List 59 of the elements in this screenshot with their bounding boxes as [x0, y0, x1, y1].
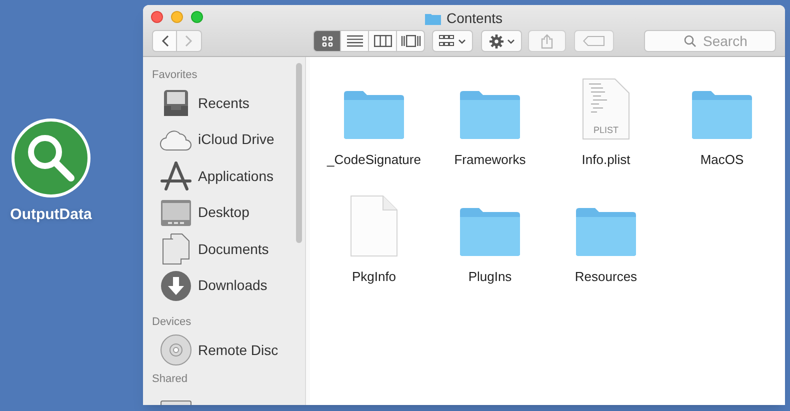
- icon-view-icon: [322, 36, 332, 46]
- share-icon: [541, 34, 553, 48]
- caret-icon: [458, 38, 466, 44]
- gear-icon: [488, 34, 504, 48]
- arrange-button[interactable]: [432, 30, 473, 52]
- search-icon: [684, 35, 696, 47]
- sidebar-item[interactable]: Downloads: [198, 275, 268, 296]
- sidebar-item[interactable]: Remote Disc: [198, 340, 278, 361]
- chevron-right-icon: [185, 35, 193, 47]
- cloud-icon: [160, 128, 192, 151]
- zoom-button[interactable]: [191, 11, 203, 23]
- grid-icon: [439, 35, 455, 47]
- close-button[interactable]: [151, 11, 163, 23]
- sidebar-section-header: Favorites: [152, 68, 198, 83]
- file-name[interactable]: Frameworks: [454, 150, 526, 170]
- folder-icon: [459, 90, 521, 140]
- download-icon: [160, 270, 192, 302]
- file-name[interactable]: Resources: [574, 267, 638, 286]
- file-name[interactable]: MacOS: [700, 150, 744, 170]
- sidebar-item[interactable]: Recents: [198, 92, 250, 114]
- sidebar-section-header: Shared: [152, 372, 188, 386]
- view-mode-button[interactable]: [341, 30, 369, 52]
- sidebar-item[interactable]: iCloud Drive: [198, 129, 274, 150]
- column-view-icon: [374, 35, 392, 47]
- tag-icon: [583, 36, 605, 46]
- magnifier-app-icon[interactable]: [11, 118, 91, 198]
- folder-icon: [575, 207, 637, 257]
- sidebar-section-header: Devices: [152, 315, 192, 330]
- file-name[interactable]: PlugIns: [468, 267, 512, 286]
- app-store-icon: [160, 160, 192, 192]
- gallery-view-icon: [400, 35, 420, 47]
- folder-icon: [425, 12, 442, 25]
- blank-file-icon: [349, 195, 399, 257]
- view-mode-button[interactable]: [397, 30, 425, 52]
- view-mode-button[interactable]: [369, 30, 397, 52]
- window-title: Contents: [446, 9, 503, 28]
- folder-icon: [691, 90, 753, 140]
- disc-icon: [160, 334, 192, 366]
- list-view-icon: [346, 35, 362, 47]
- sidebar-item[interactable]: Applications: [198, 166, 274, 187]
- app-icon-label: OutputData: [10, 205, 92, 225]
- scrollbar-thumb[interactable]: [296, 63, 302, 243]
- desktop-icon: [160, 198, 192, 227]
- documents-icon: [160, 233, 190, 266]
- plist-file-icon: [581, 78, 631, 140]
- chevron-left-icon: [160, 35, 168, 47]
- action-button[interactable]: [481, 30, 522, 52]
- folder-icon: [343, 90, 405, 140]
- search-field[interactable]: Search: [644, 30, 776, 52]
- folder-icon: [459, 207, 521, 257]
- file-type-label: PLIST: [592, 124, 620, 136]
- view-mode-button[interactable]: [313, 30, 341, 52]
- sidebar-item[interactable]: Desktop: [198, 202, 250, 224]
- caret-icon: [506, 38, 514, 44]
- file-name[interactable]: _CodeSignature: [327, 150, 421, 170]
- back-button[interactable]: [152, 30, 177, 52]
- sidebar-item[interactable]: Documents: [198, 238, 269, 260]
- file-name[interactable]: PkgInfo: [352, 267, 396, 286]
- file-name[interactable]: Info.plist: [582, 150, 630, 170]
